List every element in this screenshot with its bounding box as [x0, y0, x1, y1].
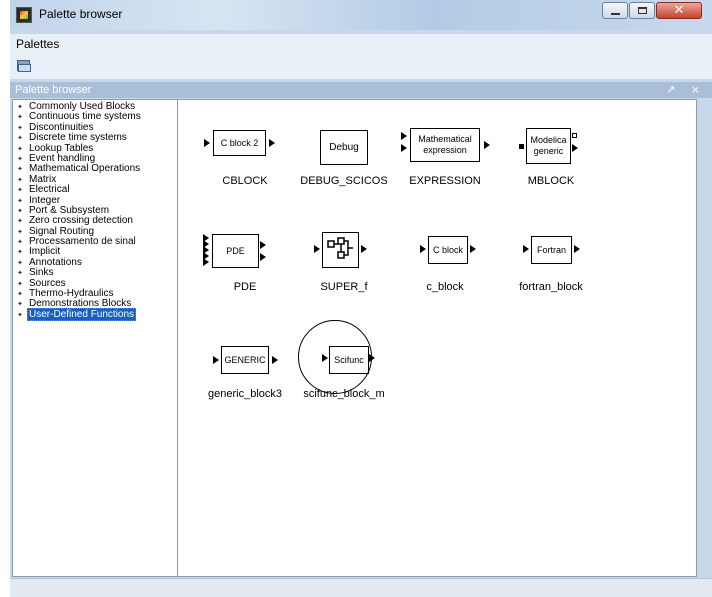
bullet-icon: ✦ [17, 217, 23, 226]
output-port [272, 356, 278, 364]
input-port [420, 245, 426, 253]
highlight-circle [298, 320, 372, 394]
title-bar[interactable]: Palette browser ✕ [10, 0, 712, 30]
block-label: c_block [426, 281, 464, 293]
output-port [260, 241, 266, 249]
window-controls: ✕ [601, 2, 702, 20]
block-label: SUPER_f [320, 281, 368, 293]
bullet-icon: ✦ [17, 227, 23, 236]
toolbar [10, 53, 712, 79]
block-icon: Debug [320, 130, 368, 165]
output-port [260, 253, 266, 261]
block-label: PDE [233, 281, 257, 293]
palette-block[interactable]: Fortran fortran_block [496, 231, 606, 293]
superblock-icon [327, 237, 353, 259]
output-port [361, 245, 367, 253]
folder-open-icon[interactable] [16, 57, 32, 73]
minimize-button[interactable] [602, 2, 628, 19]
panel-title: Palette browser [15, 84, 92, 96]
block-label: DEBUG_SCICOS [300, 175, 388, 187]
maximize-button[interactable] [629, 2, 655, 19]
input-port [523, 245, 529, 253]
block-palette-area: C block 2 CBLOCK Debug DEBUG_SCICOS Math… [177, 99, 697, 577]
bullet-icon: ✦ [17, 248, 23, 257]
app-icon [16, 7, 32, 23]
bullet-icon: ✦ [17, 196, 23, 205]
bullet-icon: ✦ [17, 175, 23, 184]
close-button[interactable]: ✕ [656, 2, 702, 19]
bullet-icon: ✦ [17, 134, 23, 143]
bullet-icon: ✦ [17, 103, 23, 111]
bullet-icon: ✦ [17, 300, 23, 309]
palette-block[interactable]: PDE PDE [190, 231, 300, 293]
bullet-icon: ✦ [17, 310, 23, 319]
block-label: EXPRESSION [409, 175, 481, 187]
bullet-icon: ✦ [17, 113, 23, 122]
block-label: fortran_block [519, 281, 583, 293]
maximize-icon [637, 7, 647, 14]
menu-bar: Palettes [10, 34, 712, 53]
menu-palettes[interactable]: Palettes [16, 37, 59, 51]
input-port [519, 144, 524, 149]
block-icon: GENERIC [221, 346, 269, 374]
bullet-icon: ✦ [17, 123, 23, 132]
bullet-icon: ✦ [17, 290, 23, 299]
bullet-icon: ✦ [17, 206, 23, 215]
window-title: Palette browser [39, 7, 123, 21]
bullet-icon: ✦ [17, 269, 23, 278]
block-label: CBLOCK [222, 175, 268, 187]
status-bar [10, 578, 712, 597]
bullet-icon: ✦ [17, 258, 23, 267]
bullet-icon: ✦ [17, 165, 23, 174]
block-icon: C block [428, 236, 468, 264]
palette-block[interactable]: Mathematical expression EXPRESSION [390, 125, 500, 187]
bullet-icon: ✦ [17, 186, 23, 195]
input-port [213, 356, 219, 364]
palette-block[interactable]: C block 2 CBLOCK [190, 125, 300, 187]
bullet-icon: ✦ [17, 144, 23, 153]
bullet-icon: ✦ [17, 154, 23, 163]
bullet-icon: ✦ [17, 279, 23, 288]
palette-block[interactable]: Debug DEBUG_SCICOS [289, 125, 399, 187]
output-port [470, 245, 476, 253]
block-icon: Modelica generic [526, 128, 571, 164]
palette-block[interactable]: SUPER_f [289, 231, 399, 293]
output-port [572, 144, 578, 152]
palette-block[interactable]: Modelica generic MBLOCK [496, 125, 606, 187]
input-port [401, 144, 407, 152]
panel-controls[interactable]: ↗ × [666, 83, 706, 96]
block-icon: C block 2 [213, 130, 266, 156]
block-icon: PDE [212, 234, 259, 268]
palette-tree: ✦ Commonly Used Blocks ✦ Continuous time s… [12, 99, 186, 577]
input-port [204, 139, 210, 147]
panel-header: Palette browser ↗ × [10, 82, 712, 98]
bullet-icon: ✦ [17, 238, 23, 247]
input-port [401, 132, 407, 140]
close-icon: ✕ [673, 3, 685, 18]
tree-item-selected[interactable]: ✦ User-Defined Functions [16, 307, 185, 321]
block-icon: Mathematical expression [410, 128, 480, 162]
block-label: MBLOCK [527, 175, 575, 187]
output-port [574, 245, 580, 253]
palette-block[interactable]: C block c_block [390, 231, 500, 293]
output-port [269, 139, 275, 147]
output-port [484, 141, 490, 149]
block-label: generic_block3 [208, 388, 282, 400]
input-port [314, 245, 320, 253]
output-port [572, 133, 577, 138]
minimize-icon [610, 12, 620, 15]
input-port-stack [203, 234, 211, 268]
block-icon: Fortran [531, 236, 572, 264]
palette-block[interactable]: GENERIC generic_block3 [190, 342, 300, 402]
